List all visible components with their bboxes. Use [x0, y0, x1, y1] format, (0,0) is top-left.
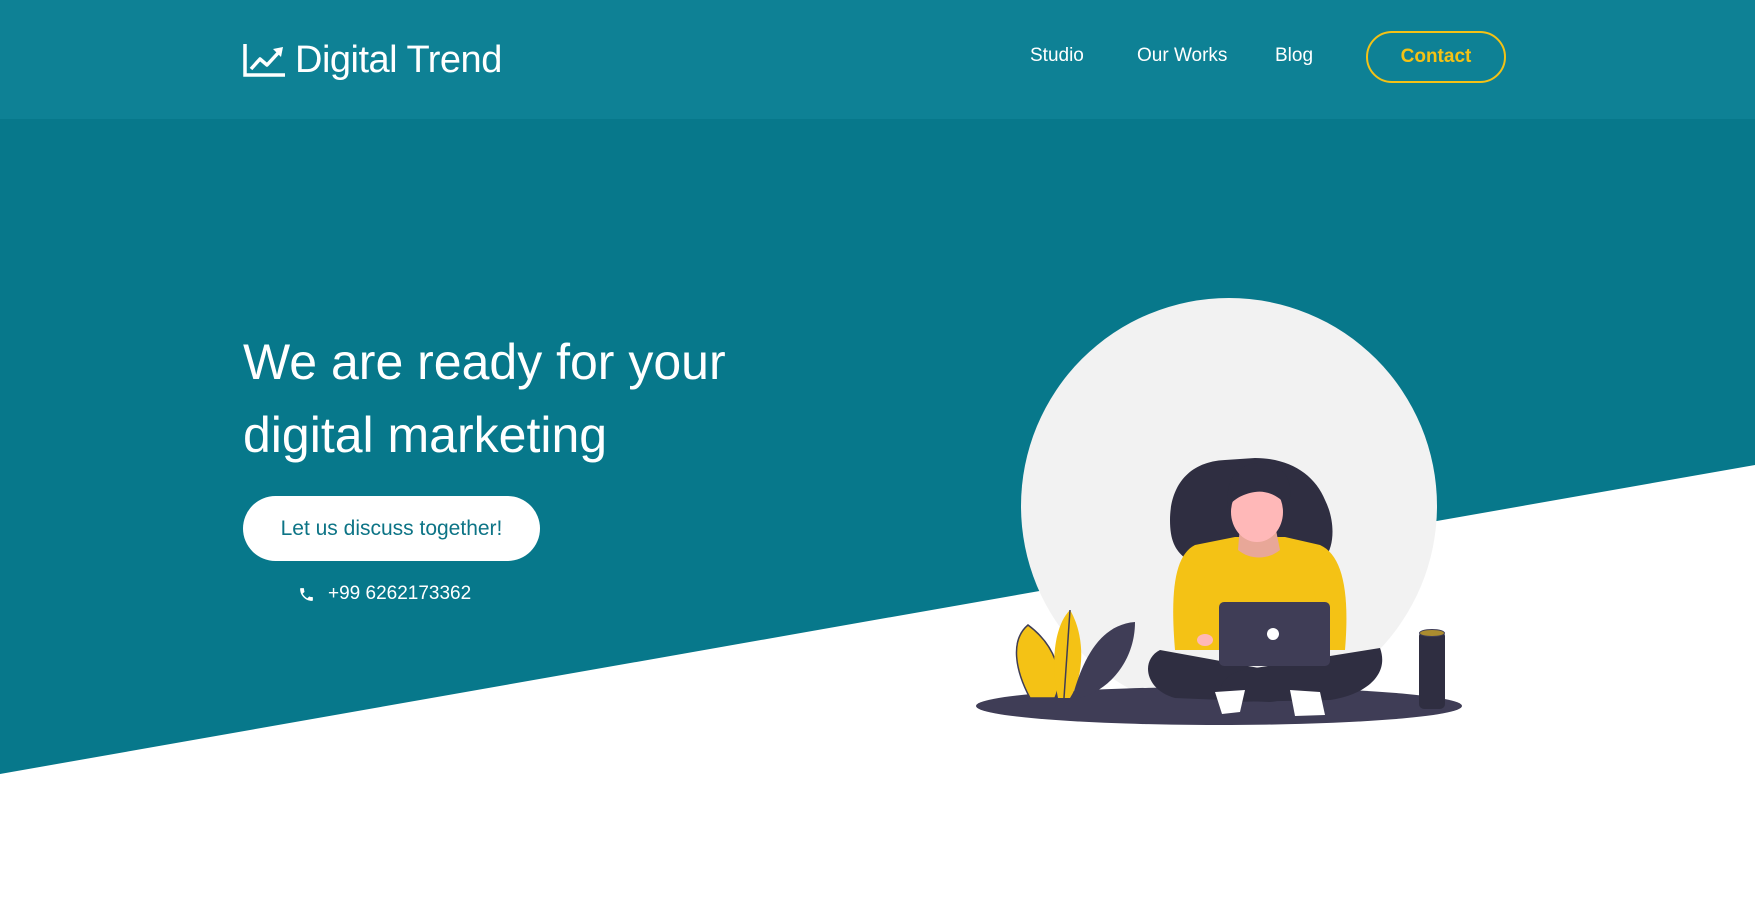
contact-button[interactable]: Contact [1366, 31, 1506, 83]
trending-up-chart-icon [243, 44, 285, 77]
hero-headline: We are ready for your digital marketing [243, 326, 803, 472]
top-navbar: Digital Trend Studio Our Works Blog Cont… [0, 0, 1755, 119]
hero-headline-line-2: digital marketing [243, 407, 608, 463]
phone-icon [300, 587, 313, 601]
phone-contact[interactable]: +99 6262173362 [298, 583, 471, 605]
woman-with-laptop-illustration [976, 298, 1462, 725]
nav-link-studio[interactable]: Studio [1030, 44, 1084, 68]
discuss-together-button[interactable]: Let us discuss together! [243, 496, 540, 561]
nav-link-our-works[interactable]: Our Works [1137, 44, 1227, 68]
hero-headline-line-1: We are ready for your [243, 334, 726, 390]
brand-name: Digital Trend [295, 39, 502, 81]
nav-link-blog[interactable]: Blog [1275, 44, 1313, 68]
brand-logo[interactable]: Digital Trend [243, 36, 502, 84]
phone-number: +99 6262173362 [328, 583, 472, 604]
